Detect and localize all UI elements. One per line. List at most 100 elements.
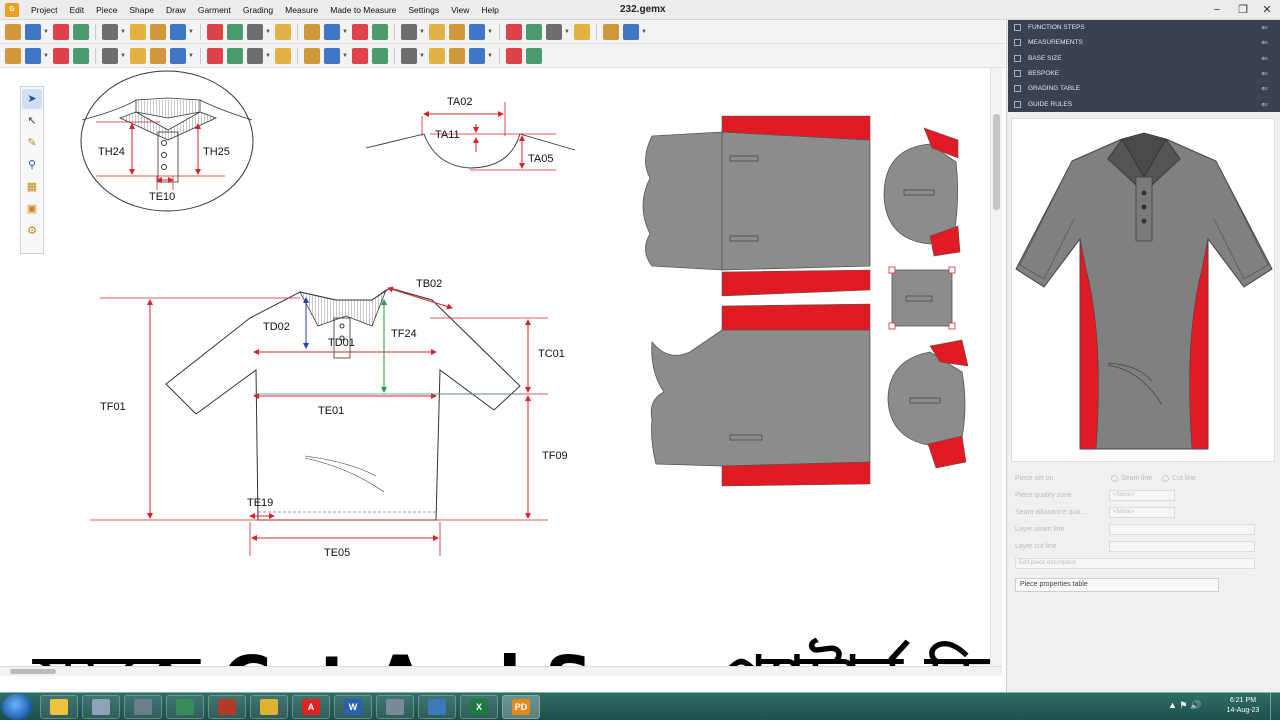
layer-cut-select[interactable] bbox=[1109, 541, 1255, 552]
copy-icon[interactable] bbox=[275, 23, 291, 40]
piece-tool-icon[interactable]: ▦ bbox=[22, 177, 42, 197]
rotate-icon[interactable] bbox=[130, 47, 146, 64]
cut-icon[interactable] bbox=[53, 47, 69, 64]
chevron-down-icon[interactable]: ▼ bbox=[265, 24, 271, 40]
menu-settings[interactable]: Settings bbox=[402, 5, 445, 15]
menu-edit[interactable]: Edit bbox=[63, 5, 90, 15]
spread-icon[interactable] bbox=[469, 47, 485, 64]
taskbar-calculator-button[interactable] bbox=[376, 695, 414, 719]
match-icon[interactable] bbox=[506, 47, 522, 64]
chevron-down-icon[interactable]: ▼ bbox=[641, 24, 647, 40]
chevron-down-icon[interactable]: ▼ bbox=[342, 48, 348, 64]
chevron-down-icon[interactable]: ▼ bbox=[564, 24, 570, 40]
chevron-down-icon[interactable]: ▼ bbox=[43, 48, 49, 64]
shape-b-icon[interactable] bbox=[170, 47, 186, 64]
taskbar-dosbox-button[interactable] bbox=[208, 695, 246, 719]
chevron-down-icon[interactable]: ▼ bbox=[188, 24, 194, 40]
taskbar-word-button[interactable]: W bbox=[334, 695, 372, 719]
chevron-down-icon[interactable]: ▼ bbox=[487, 24, 493, 40]
ruler-icon[interactable] bbox=[526, 23, 542, 40]
start-button[interactable] bbox=[2, 694, 32, 720]
shape-a-icon[interactable] bbox=[150, 47, 166, 64]
pin-icon[interactable]: ⇐ bbox=[1261, 84, 1268, 93]
taskbar-explorer-button[interactable] bbox=[40, 695, 78, 719]
help-icon[interactable] bbox=[623, 23, 639, 40]
text-icon[interactable] bbox=[227, 23, 243, 40]
pleat-icon[interactable] bbox=[352, 47, 368, 64]
undo-icon[interactable] bbox=[102, 23, 118, 40]
seam-allowance-select[interactable]: <None> bbox=[1109, 507, 1175, 518]
show-desktop-button[interactable] bbox=[1270, 693, 1280, 721]
taskbar-photos-button[interactable] bbox=[418, 695, 456, 719]
menu-help[interactable]: Help bbox=[475, 5, 504, 15]
chevron-down-icon[interactable]: ▼ bbox=[188, 48, 194, 64]
taskbar-gemini-button[interactable]: PD bbox=[502, 695, 540, 719]
save-icon[interactable] bbox=[53, 23, 69, 40]
chevron-down-icon[interactable]: ▼ bbox=[342, 24, 348, 40]
horizontal-scroll-thumb[interactable] bbox=[10, 669, 56, 674]
notch-tool-icon[interactable]: ⚙ bbox=[22, 221, 42, 241]
pin-icon[interactable]: ⇐ bbox=[1261, 100, 1268, 109]
piece-description-input[interactable]: Edit piece description bbox=[1015, 558, 1255, 569]
cut-line-radio[interactable] bbox=[1162, 475, 1170, 482]
layout-tool-icon[interactable]: ▣ bbox=[22, 199, 42, 219]
vertical-scrollbar[interactable] bbox=[990, 68, 1002, 668]
zoom-fit-icon[interactable] bbox=[150, 23, 166, 40]
menu-measure[interactable]: Measure bbox=[279, 5, 324, 15]
minimize-button[interactable]: − bbox=[1206, 2, 1228, 18]
mirror-icon[interactable] bbox=[352, 23, 368, 40]
select-all-icon[interactable] bbox=[449, 23, 465, 40]
slash-icon[interactable] bbox=[449, 47, 465, 64]
redo-icon[interactable] bbox=[130, 23, 146, 40]
snap-icon[interactable] bbox=[429, 23, 445, 40]
grade-icon[interactable] bbox=[469, 23, 485, 40]
panel-base-size[interactable]: BASE SIZE ⇐ bbox=[1008, 51, 1280, 66]
piece-list-icon[interactable] bbox=[25, 47, 41, 64]
align-icon[interactable] bbox=[247, 47, 263, 64]
print-icon[interactable] bbox=[73, 23, 89, 40]
layer-icon[interactable] bbox=[526, 47, 542, 64]
seam-icon[interactable] bbox=[324, 47, 340, 64]
menu-garment[interactable]: Garment bbox=[192, 5, 237, 15]
pin-icon[interactable]: ⇐ bbox=[1261, 23, 1268, 32]
taskbar-file-manager-button[interactable] bbox=[82, 695, 120, 719]
piece-new-icon[interactable] bbox=[5, 47, 21, 64]
color-icon[interactable] bbox=[73, 47, 89, 64]
grid-icon[interactable] bbox=[372, 23, 388, 40]
table-icon[interactable] bbox=[546, 23, 562, 40]
menu-shape[interactable]: Shape bbox=[123, 5, 160, 15]
edit-tool-icon[interactable]: ✎ bbox=[22, 133, 42, 153]
clock[interactable]: 6:21 PM 14-Aug-23 bbox=[1222, 696, 1264, 716]
piece-icon[interactable] bbox=[247, 23, 263, 40]
open-icon[interactable] bbox=[25, 23, 41, 40]
panel-bespoke[interactable]: BESPOKE ⇐ bbox=[1008, 66, 1280, 81]
taskbar-chrome-button[interactable] bbox=[250, 695, 288, 719]
menu-draw[interactable]: Draw bbox=[160, 5, 192, 15]
panel-function-steps[interactable]: FUNCTION STEPS ⇐ bbox=[1008, 20, 1280, 35]
walk-icon[interactable] bbox=[401, 47, 417, 64]
select-tool-icon[interactable]: ➤ bbox=[22, 89, 42, 109]
point-tool-icon[interactable]: ↖ bbox=[22, 111, 42, 131]
new-icon[interactable] bbox=[5, 23, 21, 40]
zoom-out-icon[interactable] bbox=[207, 23, 223, 40]
notch-icon[interactable] bbox=[275, 47, 291, 64]
view-icon[interactable] bbox=[401, 23, 417, 40]
taskbar-printer-button[interactable] bbox=[124, 695, 162, 719]
fold-icon[interactable] bbox=[429, 47, 445, 64]
menu-piece[interactable]: Piece bbox=[90, 5, 123, 15]
panel-guide-rules[interactable]: GUIDE RULES ⇐ bbox=[1008, 96, 1280, 111]
paste-icon[interactable] bbox=[304, 23, 320, 40]
measure-icon[interactable] bbox=[506, 23, 522, 40]
drill-icon[interactable] bbox=[304, 47, 320, 64]
chevron-down-icon[interactable]: ▼ bbox=[265, 48, 271, 64]
grade-rule-icon[interactable] bbox=[102, 47, 118, 64]
seam-line-radio[interactable] bbox=[1111, 475, 1118, 482]
dart-icon[interactable] bbox=[372, 47, 388, 64]
export-icon[interactable] bbox=[574, 23, 590, 40]
taskbar-acrobat-button[interactable]: A bbox=[292, 695, 330, 719]
horizontal-scrollbar[interactable] bbox=[0, 666, 1002, 676]
zoom-in-icon[interactable] bbox=[170, 23, 186, 40]
panel-measurements[interactable]: MEASUREMENTS ⇐ bbox=[1008, 35, 1280, 50]
menu-made-to-measure[interactable]: Made to Measure bbox=[324, 5, 402, 15]
drawing-canvas[interactable]: TH24 TH25 TE10 TA02 TA11 TA05 TB02 TD02 … bbox=[0, 68, 1002, 668]
